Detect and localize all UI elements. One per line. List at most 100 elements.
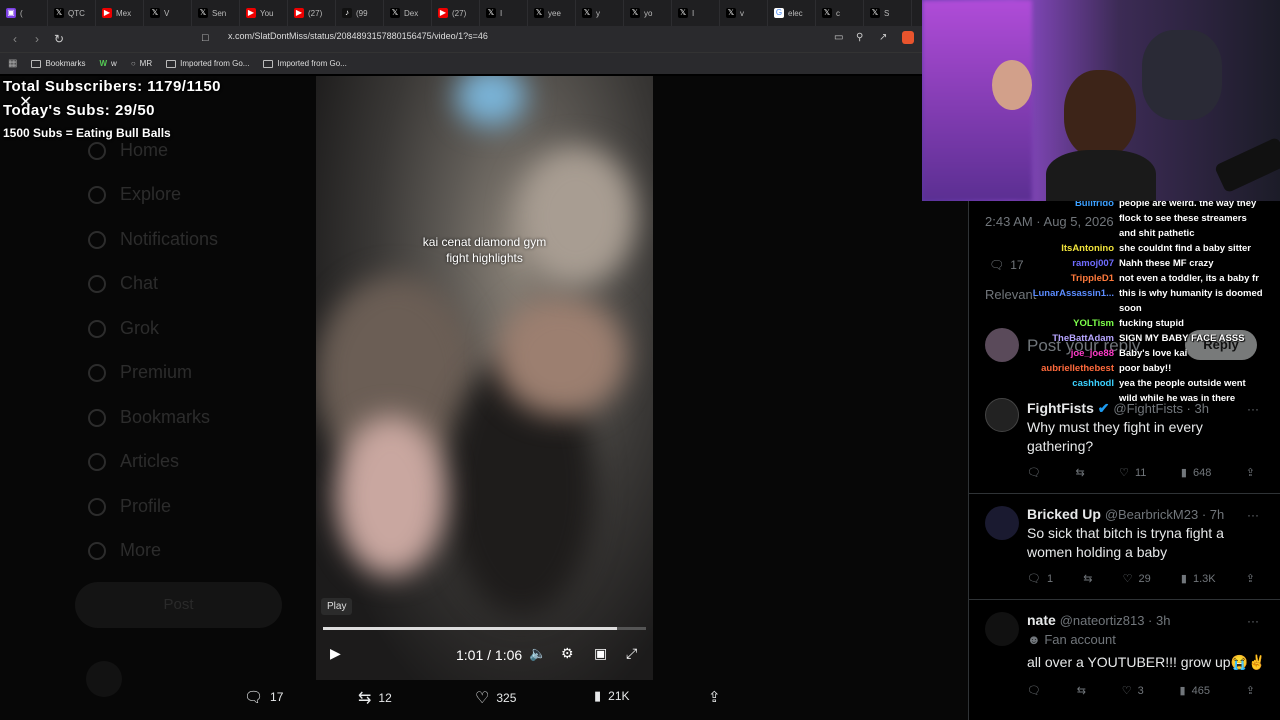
browser-tab[interactable]: 𝕏c bbox=[816, 0, 864, 26]
settings-icon[interactable]: ⚙ bbox=[561, 645, 574, 662]
share-icon[interactable]: ⇪ bbox=[1246, 572, 1255, 585]
x-icon: 𝕏 bbox=[534, 8, 544, 18]
microphone bbox=[1213, 136, 1280, 194]
video-player[interactable]: kai cenat diamond gym fight highlights bbox=[316, 76, 653, 680]
nav-grok[interactable]: Grok bbox=[88, 318, 159, 339]
chat-message: joe_joe88 Baby's love kai bbox=[1008, 348, 1188, 359]
share-action[interactable]: ⇪ bbox=[708, 688, 721, 706]
tab-label: (99 bbox=[356, 8, 368, 18]
like-button[interactable]: ♡ 3 bbox=[1122, 684, 1144, 698]
reply-tweet[interactable]: nate @nateortiz813 · 3h ··· ☻ Fan accoun… bbox=[969, 600, 1280, 720]
browser-tab[interactable]: 𝕏S bbox=[864, 0, 912, 26]
tweet-actions: 🗨 ⇆ ♡ 3 ▮ 465 ⇪ bbox=[1027, 684, 1255, 698]
play-icon[interactable]: ▶ bbox=[330, 645, 341, 662]
nav-profile[interactable]: Profile bbox=[88, 496, 171, 517]
nav-articles[interactable]: Articles bbox=[88, 451, 179, 472]
url-field[interactable]: x.com/SlatDontMiss/status/20848931578801… bbox=[228, 31, 488, 41]
nav-notifications[interactable]: Notifications bbox=[88, 229, 218, 250]
folder-icon bbox=[263, 59, 274, 68]
nav-chat[interactable]: Chat bbox=[88, 273, 158, 294]
views-action[interactable]: ▮ 21K bbox=[594, 688, 630, 704]
repost-icon[interactable]: ⇆ bbox=[1083, 572, 1092, 585]
browser-tab[interactable]: 𝕏V bbox=[144, 0, 192, 26]
more-icon[interactable]: ··· bbox=[1247, 508, 1259, 522]
w-logo-icon: W bbox=[99, 59, 108, 68]
like-button[interactable]: ♡ 11 bbox=[1119, 466, 1146, 480]
google-icon: G bbox=[774, 8, 784, 18]
nav-home[interactable]: Home bbox=[88, 140, 168, 161]
reply-icon[interactable]: 🗨 bbox=[1027, 684, 1041, 697]
browser-tab[interactable]: ▶ Mex bbox=[96, 0, 144, 26]
chat-text: yea the people outside went bbox=[1119, 378, 1246, 389]
volume-icon[interactable]: 🔈 bbox=[529, 645, 546, 662]
repost-action[interactable]: ⇆ 12 bbox=[358, 688, 392, 708]
repost-icon[interactable]: ⇆ bbox=[1077, 684, 1086, 697]
screen-icon[interactable]: ▭ bbox=[834, 32, 843, 43]
browser-tab[interactable]: 𝕏v bbox=[720, 0, 768, 26]
reply-button[interactable]: 🗨 1 bbox=[1027, 572, 1053, 586]
streamer-shirt bbox=[1046, 150, 1156, 201]
back-icon[interactable]: ‹ bbox=[4, 32, 26, 46]
nav-bookmarks[interactable]: Bookmarks bbox=[88, 407, 210, 428]
brave-icon[interactable] bbox=[902, 31, 914, 44]
fullscreen-icon[interactable]: ⤢ bbox=[626, 645, 637, 662]
like-action[interactable]: ♡ 325 bbox=[475, 688, 516, 708]
x-icon: 𝕏 bbox=[486, 8, 496, 18]
browser-tab[interactable]: ▶ (27) bbox=[432, 0, 480, 26]
bookmark-item[interactable]: ○ MR bbox=[131, 59, 152, 68]
twitch-icon: ▣ bbox=[6, 8, 16, 18]
like-button[interactable]: ♡ 29 bbox=[1123, 572, 1151, 586]
nav-premium[interactable]: Premium bbox=[88, 362, 192, 383]
pip-icon[interactable]: ▣ bbox=[594, 645, 607, 662]
account-avatar[interactable] bbox=[86, 661, 122, 697]
browser-tab[interactable]: 𝕏I bbox=[480, 0, 528, 26]
nav-more[interactable]: More bbox=[88, 540, 161, 561]
reload-icon[interactable]: ↻ bbox=[48, 32, 70, 46]
browser-tab[interactable]: ▶ (27) bbox=[288, 0, 336, 26]
todays-subs: Today's Subs: 29/50 bbox=[3, 102, 156, 119]
nav-explore[interactable]: Explore bbox=[88, 184, 181, 205]
views-button[interactable]: ▮ 1.3K bbox=[1181, 572, 1216, 586]
views-button[interactable]: ▮ 465 bbox=[1180, 684, 1210, 698]
browser-tab[interactable]: 𝕏y bbox=[576, 0, 624, 26]
tab-label: (27) bbox=[308, 8, 323, 18]
more-icon[interactable]: ··· bbox=[1247, 614, 1259, 628]
chat-username: TrippleD1 bbox=[1070, 273, 1114, 284]
chat-message: soon bbox=[1008, 303, 1142, 314]
chat-message: and shit pathetic bbox=[1008, 228, 1194, 239]
browser-tab[interactable]: ▶ You bbox=[240, 0, 288, 26]
bookmark-item[interactable]: Imported from Go... bbox=[166, 59, 249, 68]
browser-tab[interactable]: 𝕏 Sen bbox=[192, 0, 240, 26]
post-button[interactable]: Post bbox=[75, 582, 282, 628]
browser-tab[interactable]: 𝕏yee bbox=[528, 0, 576, 26]
browser-tab[interactable]: 𝕏 QTC bbox=[48, 0, 96, 26]
bookmark-star-icon[interactable]: □ bbox=[202, 32, 209, 44]
reply-action[interactable]: 🗨 17 bbox=[244, 688, 283, 706]
share-icon[interactable]: ↗ bbox=[879, 32, 887, 43]
share-icon[interactable]: ⇪ bbox=[1246, 684, 1255, 697]
views-button[interactable]: ▮ 648 bbox=[1181, 466, 1211, 480]
browser-tab[interactable]: Gelec bbox=[768, 0, 816, 26]
avatar bbox=[985, 506, 1019, 540]
more-icon[interactable]: ··· bbox=[1247, 402, 1259, 416]
browser-tab[interactable]: 𝕏I bbox=[672, 0, 720, 26]
zoom-icon[interactable]: ⚲ bbox=[856, 32, 863, 43]
bookmark-item[interactable]: Bookmarks bbox=[31, 59, 85, 68]
repost-icon[interactable]: ⇆ bbox=[1075, 466, 1084, 479]
bookmark-item[interactable]: Imported from Go... bbox=[263, 59, 347, 68]
bookmark-item[interactable]: Ww bbox=[99, 59, 116, 68]
chat-username: aubriellethebest bbox=[1041, 363, 1114, 374]
browser-tab[interactable]: ♪ (99 bbox=[336, 0, 384, 26]
forward-icon[interactable]: › bbox=[26, 32, 48, 46]
share-icon[interactable]: ⇪ bbox=[1246, 466, 1255, 479]
chat-message: TrippleD1 not even a toddler, its a baby … bbox=[1008, 273, 1259, 284]
chat-username: YOLTism bbox=[1073, 318, 1114, 329]
reply-icon[interactable]: 🗨 bbox=[1027, 466, 1041, 479]
video-progress-bar[interactable] bbox=[323, 627, 646, 630]
x-icon: 𝕏 bbox=[726, 8, 736, 18]
reply-tweet[interactable]: Bricked Up @BearbrickM23 · 7h ··· So sic… bbox=[969, 494, 1280, 600]
browser-tab[interactable]: 𝕏 Dex bbox=[384, 0, 432, 26]
browser-tab[interactable]: ▣( bbox=[0, 0, 48, 26]
browser-tab[interactable]: 𝕏yo bbox=[624, 0, 672, 26]
apps-grid-icon[interactable]: ▦ bbox=[8, 58, 17, 69]
